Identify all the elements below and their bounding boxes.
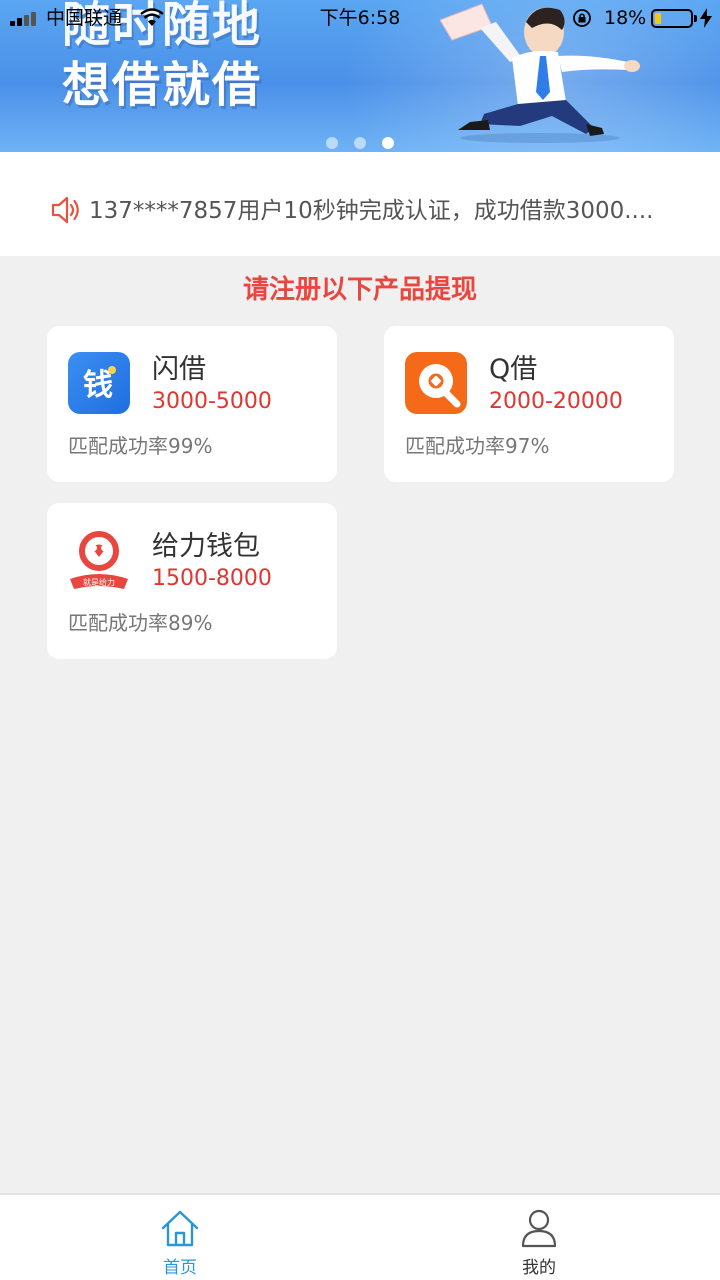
bottom-tab-bar: 首页 我的: [0, 1193, 720, 1280]
svg-text:钱: 钱: [83, 368, 113, 403]
product-name: 闪借: [152, 354, 206, 385]
tab-home[interactable]: 首页: [80, 1195, 280, 1280]
user-icon: [521, 1209, 557, 1248]
product-range: 3000-5000: [152, 389, 272, 414]
qian-app-icon: 钱: [68, 352, 130, 414]
product-range: 1500-8000: [152, 566, 272, 591]
geili-app-icon: 就是给力: [70, 531, 128, 589]
tab-home-label: 首页: [163, 1258, 197, 1278]
carousel-dot-active[interactable]: [382, 137, 394, 149]
carousel-dots: [0, 137, 720, 151]
product-card-shanjie[interactable]: 钱 闪借 3000-5000 匹配成功率99%: [47, 326, 337, 482]
tab-mine[interactable]: 我的: [439, 1195, 639, 1280]
carousel-dot[interactable]: [326, 137, 338, 149]
banner-line2: 想借就借: [62, 57, 263, 113]
product-rate: 匹配成功率89%: [68, 611, 213, 635]
charging-icon: [700, 8, 712, 28]
notice-bar: 137****7857用户10秒钟完成认证，成功借款3000....: [0, 152, 720, 256]
battery-percent: 18%: [604, 7, 647, 29]
status-bar: 中国联通 下午6:58 18%: [0, 0, 720, 36]
product-card-geiliqianbao[interactable]: 就是给力 给力钱包 1500-8000 匹配成功率89%: [47, 503, 337, 659]
product-card-qjie[interactable]: Q借 2000-20000 匹配成功率97%: [384, 326, 674, 482]
product-name: 给力钱包: [152, 531, 260, 562]
product-rate: 匹配成功率97%: [405, 434, 550, 458]
battery-icon: [651, 9, 697, 28]
section-title: 请注册以下产品提现: [242, 275, 477, 305]
home-icon: [161, 1210, 199, 1247]
product-range: 2000-20000: [489, 389, 623, 414]
carousel-dot[interactable]: [354, 137, 366, 149]
product-name: Q借: [489, 354, 538, 385]
svg-text:就是给力: 就是给力: [83, 577, 115, 587]
product-rate: 匹配成功率99%: [68, 434, 213, 458]
q-app-icon: [405, 352, 467, 414]
battery-fill: [655, 13, 661, 24]
rotation-lock-icon: [573, 9, 591, 27]
notice-text: 137****7857用户10秒钟完成认证，成功借款3000....: [89, 198, 654, 224]
speaker-icon: [51, 196, 79, 224]
tab-mine-label: 我的: [522, 1258, 556, 1278]
